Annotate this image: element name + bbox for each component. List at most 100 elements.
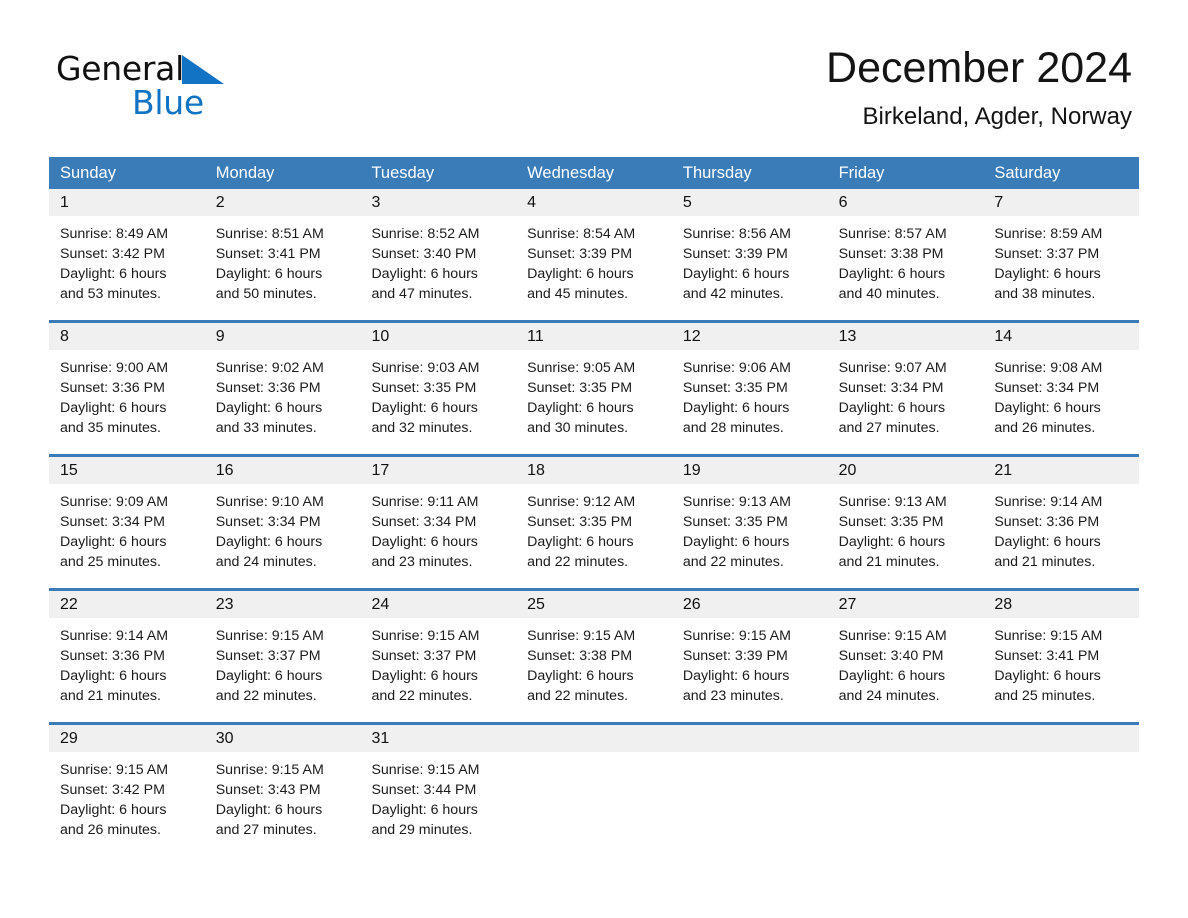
day-number[interactable]: 5 <box>672 189 828 216</box>
day-number[interactable]: 19 <box>672 457 828 484</box>
day-number[interactable]: 10 <box>360 323 516 350</box>
day-cell[interactable]: Sunrise: 8:54 AM Sunset: 3:39 PM Daylight:… <box>516 216 672 320</box>
day-cell[interactable]: Sunrise: 9:15 AM Sunset: 3:44 PM Daylight:… <box>360 752 516 856</box>
day-cell[interactable]: Sunrise: 9:15 AM Sunset: 3:37 PM Daylight:… <box>205 618 361 722</box>
daylight-line1-text: Daylight: 6 hours <box>60 266 167 282</box>
day-cell[interactable]: Sunrise: 8:56 AM Sunset: 3:39 PM Daylight:… <box>672 216 828 320</box>
day-number[interactable]: 30 <box>205 725 361 752</box>
day-number[interactable]: 16 <box>205 457 361 484</box>
day-number[interactable]: 23 <box>205 591 361 618</box>
day-cell[interactable]: Sunrise: 9:15 AM Sunset: 3:40 PM Daylight:… <box>828 618 984 722</box>
day-number[interactable]: 29 <box>49 725 205 752</box>
day-number[interactable]: 22 <box>49 591 205 618</box>
day-number[interactable]: 27 <box>828 591 984 618</box>
sunrise-text: Sunrise: 9:15 AM <box>60 762 169 778</box>
daylight-line1-text: Daylight: 6 hours <box>527 266 634 282</box>
day-cell[interactable]: Sunrise: 8:51 AM Sunset: 3:41 PM Daylight:… <box>205 216 361 320</box>
daylight-line2-text: and 26 minutes. <box>60 822 161 838</box>
day-cell[interactable]: Sunrise: 9:00 AM Sunset: 3:36 PM Daylight:… <box>49 350 205 454</box>
sunset-text: Sunset: 3:34 PM <box>371 514 477 530</box>
day-cell[interactable]: Sunrise: 9:13 AM Sunset: 3:35 PM Daylight:… <box>672 484 828 588</box>
day-cell[interactable]: Sunrise: 9:07 AM Sunset: 3:34 PM Daylight:… <box>828 350 984 454</box>
day-cell[interactable]: Sunrise: 9:03 AM Sunset: 3:35 PM Daylight:… <box>360 350 516 454</box>
day-number-row: 22 23 24 25 26 27 28 <box>49 591 1139 618</box>
sunset-text: Sunset: 3:38 PM <box>838 246 944 262</box>
general-blue-logo: General Blue <box>56 50 316 130</box>
day-number[interactable]: 26 <box>672 591 828 618</box>
sunrise-text: Sunrise: 9:11 AM <box>371 494 479 510</box>
day-number-empty <box>672 725 828 752</box>
daylight-line1-text: Daylight: 6 hours <box>215 534 323 550</box>
day-number[interactable]: 25 <box>516 591 672 618</box>
day-number[interactable]: 9 <box>205 323 361 350</box>
sunrise-text: Sunrise: 8:52 AM <box>371 226 480 242</box>
day-number[interactable]: 18 <box>516 457 672 484</box>
day-cell[interactable]: Sunrise: 9:15 AM Sunset: 3:37 PM Daylight:… <box>360 618 516 722</box>
calendar-week-row: 15 16 17 18 19 20 21 Sunrise: 9:09 AM Sunset: 3:… <box>49 454 1139 588</box>
day-cell[interactable]: Sunrise: 8:57 AM Sunset: 3:38 PM Daylight:… <box>828 216 984 320</box>
day-number[interactable]: 2 <box>205 189 361 216</box>
day-number-empty <box>828 725 984 752</box>
daylight-line2-text: and 53 minutes. <box>60 286 161 302</box>
day-cell[interactable]: Sunrise: 8:59 AM Sunset: 3:37 PM Daylight:… <box>983 216 1139 320</box>
daylight-line1-text: Daylight: 6 hours <box>60 802 167 818</box>
sunrise-text: Sunrise: 9:03 AM <box>371 360 480 376</box>
day-cell[interactable]: Sunrise: 9:05 AM Sunset: 3:35 PM Daylight:… <box>516 350 672 454</box>
day-number[interactable]: 13 <box>828 323 984 350</box>
day-number[interactable]: 20 <box>828 457 984 484</box>
sunset-text: Sunset: 3:38 PM <box>527 648 633 664</box>
day-number[interactable]: 14 <box>983 323 1139 350</box>
day-cell[interactable]: Sunrise: 9:15 AM Sunset: 3:42 PM Daylight:… <box>49 752 205 856</box>
sunrise-text: Sunrise: 9:08 AM <box>994 360 1103 376</box>
day-number[interactable]: 11 <box>516 323 672 350</box>
day-cell[interactable]: Sunrise: 9:02 AM Sunset: 3:36 PM Daylight:… <box>205 350 361 454</box>
day-cell[interactable]: Sunrise: 9:15 AM Sunset: 3:43 PM Daylight:… <box>205 752 361 856</box>
day-number[interactable]: 28 <box>983 591 1139 618</box>
day-cell[interactable]: Sunrise: 9:15 AM Sunset: 3:41 PM Daylight:… <box>983 618 1139 722</box>
location-subtitle: Birkeland, Agder, Norway <box>862 103 1132 130</box>
day-number[interactable]: 4 <box>516 189 672 216</box>
sunset-text: Sunset: 3:40 PM <box>838 648 944 664</box>
sunset-text: Sunset: 3:34 PM <box>215 514 321 530</box>
day-number[interactable]: 12 <box>672 323 828 350</box>
day-number[interactable]: 24 <box>360 591 516 618</box>
day-cell[interactable]: Sunrise: 9:12 AM Sunset: 3:35 PM Daylight:… <box>516 484 672 588</box>
day-cell[interactable]: Sunrise: 9:06 AM Sunset: 3:35 PM Daylight:… <box>672 350 828 454</box>
sunrise-text: Sunrise: 9:15 AM <box>994 628 1103 644</box>
day-number[interactable]: 21 <box>983 457 1139 484</box>
sunset-text: Sunset: 3:42 PM <box>60 246 165 262</box>
daylight-line1-text: Daylight: 6 hours <box>682 668 790 684</box>
day-cell[interactable]: Sunrise: 9:14 AM Sunset: 3:36 PM Daylight:… <box>983 484 1139 588</box>
sunset-text: Sunset: 3:41 PM <box>215 246 321 262</box>
day-cell[interactable]: Sunrise: 9:13 AM Sunset: 3:35 PM Daylight:… <box>828 484 984 588</box>
day-number[interactable]: 6 <box>828 189 984 216</box>
day-cell[interactable]: Sunrise: 9:11 AM Sunset: 3:34 PM Daylight:… <box>360 484 516 588</box>
day-cell[interactable]: Sunrise: 9:08 AM Sunset: 3:34 PM Daylight:… <box>983 350 1139 454</box>
weekday-header-saturday: Saturday <box>994 164 1061 182</box>
day-number[interactable]: 3 <box>360 189 516 216</box>
day-cell[interactable]: Sunrise: 9:10 AM Sunset: 3:34 PM Daylight:… <box>205 484 361 588</box>
day-number[interactable]: 15 <box>49 457 205 484</box>
weekday-header-wednesday: Wednesday <box>527 164 614 182</box>
day-cell[interactable]: Sunrise: 9:14 AM Sunset: 3:36 PM Daylight:… <box>49 618 205 722</box>
day-number[interactable]: 7 <box>983 189 1139 216</box>
daylight-line2-text: and 22 minutes. <box>371 688 473 704</box>
daylight-line2-text: and 22 minutes. <box>527 688 629 704</box>
daylight-line1-text: Daylight: 6 hours <box>682 266 790 282</box>
day-number[interactable]: 17 <box>360 457 516 484</box>
daylight-line2-text: and 24 minutes. <box>215 554 317 570</box>
day-number[interactable]: 8 <box>49 323 205 350</box>
sunrise-text: Sunrise: 9:15 AM <box>682 628 791 644</box>
sunset-text: Sunset: 3:36 PM <box>60 380 165 396</box>
daylight-line1-text: Daylight: 6 hours <box>215 802 323 818</box>
day-cell[interactable]: Sunrise: 8:49 AM Sunset: 3:42 PM Daylight:… <box>49 216 205 320</box>
daylight-line2-text: and 27 minutes. <box>215 822 317 838</box>
day-number[interactable]: 31 <box>360 725 516 752</box>
day-cell[interactable]: Sunrise: 9:15 AM Sunset: 3:39 PM Daylight:… <box>672 618 828 722</box>
day-cell[interactable]: Sunrise: 9:15 AM Sunset: 3:38 PM Daylight:… <box>516 618 672 722</box>
day-cell[interactable]: Sunrise: 9:09 AM Sunset: 3:34 PM Daylight:… <box>49 484 205 588</box>
sunset-text: Sunset: 3:39 PM <box>527 246 633 262</box>
day-cell[interactable]: Sunrise: 8:52 AM Sunset: 3:40 PM Daylight:… <box>360 216 516 320</box>
daylight-line1-text: Daylight: 6 hours <box>371 802 478 818</box>
day-number[interactable]: 1 <box>49 189 205 216</box>
